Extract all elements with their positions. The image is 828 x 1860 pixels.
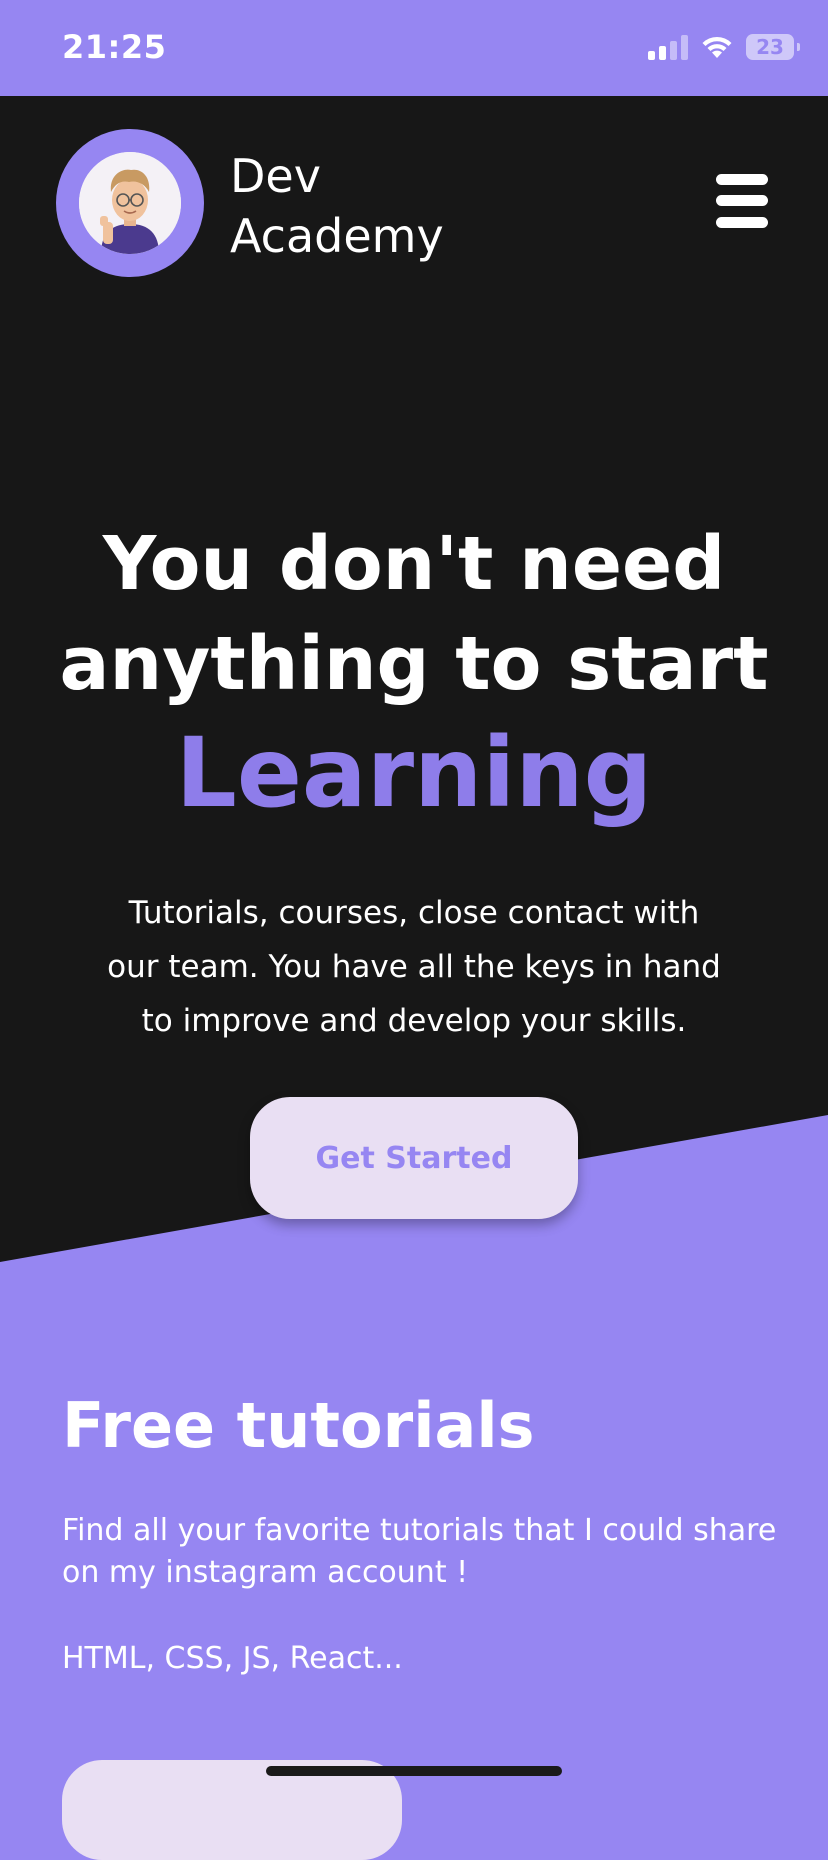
brand-line-1: Dev (230, 149, 321, 203)
logo[interactable] (56, 129, 204, 277)
memoji-avatar-icon (79, 152, 181, 254)
hero-description-line: to improve and develop your skills. (141, 1003, 687, 1039)
status-icons: 23 (648, 34, 800, 60)
hamburger-menu-icon[interactable] (716, 174, 768, 228)
get-started-button[interactable]: Get Started (250, 1097, 578, 1219)
tutorials-description: Find all your favorite tutorials that I … (62, 1513, 777, 1590)
cellular-signal-icon (648, 34, 688, 60)
hero-description: Tutorials, courses, close contact with o… (60, 886, 768, 1048)
battery-icon: 23 (746, 34, 800, 60)
hero-highlight-word: Learning (175, 717, 653, 829)
status-bar: 21:25 23 (0, 0, 828, 96)
status-time: 21:25 (62, 28, 167, 66)
tutorials-title: Free tutorials (62, 1389, 535, 1462)
hero-description-line: our team. You have all the keys in hand (107, 949, 721, 985)
hero-title: You don't need anything to start (0, 514, 828, 714)
hero-title-line-2: anything to start (59, 621, 769, 707)
hero-description-line: Tutorials, courses, close contact with (128, 895, 700, 931)
brand-line-2: Academy (230, 209, 444, 263)
hero-title-line-1: You don't need (102, 521, 726, 607)
tutorials-tags: HTML, CSS, JS, React... (62, 1641, 403, 1676)
wifi-icon (700, 34, 734, 60)
brand-name[interactable]: Dev Academy (230, 146, 444, 266)
home-indicator[interactable] (266, 1766, 562, 1776)
